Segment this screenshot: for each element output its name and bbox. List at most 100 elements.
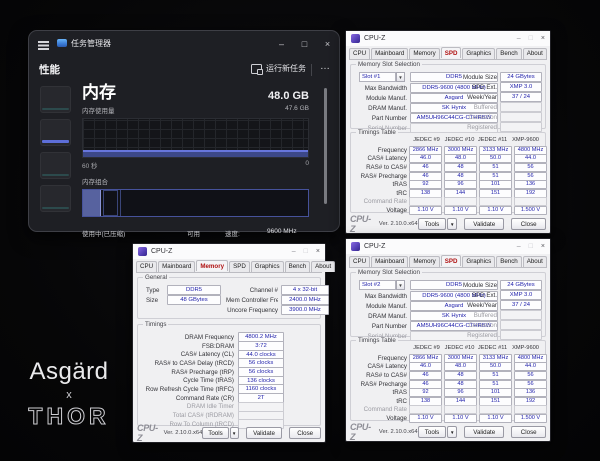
window-title: CPU-Z [364, 243, 385, 250]
tab[interactable]: SPD [229, 261, 250, 272]
minimize-icon[interactable]: – [292, 244, 296, 259]
cpuz-titlebar[interactable]: CPU-Z – □ × [133, 244, 325, 259]
tools-button[interactable]: Tools [418, 218, 447, 230]
tab[interactable]: SPD [441, 47, 462, 58]
tab[interactable]: Graphics [251, 261, 284, 272]
general-field-row: Size 48 GBytes [146, 295, 221, 305]
general-group: General Type DDR5 Size 48 GBytes Channel… [137, 277, 321, 319]
tab[interactable]: CPU [349, 48, 370, 59]
close-icon[interactable]: × [541, 239, 545, 254]
scrollbar-thumb[interactable] [324, 88, 327, 204]
tab[interactable]: About [523, 256, 547, 267]
field-value: XMP 3.0 [500, 290, 542, 300]
tab[interactable]: Memory [196, 260, 228, 271]
mini-graph-line [42, 207, 69, 209]
timing-label: tRAS [355, 389, 407, 396]
timing-label: Row Refresh Cycle Time (tRFC) [144, 386, 234, 393]
validate-button[interactable]: Validate [246, 427, 283, 439]
timing-label: Frequency [355, 147, 407, 154]
tools-button[interactable]: Tools [202, 427, 228, 439]
close-button[interactable]: Close [511, 426, 546, 438]
slot-select-dropdown[interactable]: Slot #2 ▼ [359, 280, 405, 290]
performance-thumbnail[interactable] [40, 152, 71, 179]
minimize-icon[interactable]: – [270, 31, 293, 57]
run-new-task-button[interactable]: 运行新任务 [251, 63, 306, 74]
task-manager-titlebar[interactable]: 任务管理器 – □ × [29, 31, 339, 57]
performance-thumbnail[interactable] [40, 119, 71, 146]
tab[interactable]: Mainboard [371, 256, 408, 267]
close-icon[interactable]: × [316, 244, 320, 259]
field-label: Week/Year [463, 302, 497, 309]
timings-column-header: JEDEC #11 [477, 137, 508, 143]
close-button[interactable]: Close [289, 427, 321, 439]
cpuz-footer: CPU-Z Ver. 2.10.0.x64 Tools ▼ Validate C… [137, 426, 321, 439]
validate-button[interactable]: Validate [464, 426, 504, 438]
timing-label: Command Rate [355, 406, 407, 413]
field-value: 24 GBytes [500, 72, 542, 82]
field-value [500, 320, 542, 330]
slot-select-dropdown[interactable]: Slot #1 ▼ [359, 72, 405, 82]
tools-dropdown-icon[interactable]: ▼ [447, 218, 457, 230]
tab[interactable]: About [311, 261, 335, 272]
tools-dropdown-icon[interactable]: ▼ [230, 427, 239, 439]
field-value: 24 GBytes [500, 280, 542, 290]
memory-composition-bar[interactable] [82, 189, 309, 217]
maximize-icon: □ [529, 239, 533, 254]
tab[interactable]: About [523, 48, 547, 59]
close-button[interactable]: Close [511, 218, 546, 230]
cpuz-titlebar[interactable]: CPU-Z – □ × [346, 239, 550, 254]
tab[interactable]: Graphics [462, 48, 495, 59]
tab[interactable]: CPU [136, 261, 157, 272]
timing-label: Command Rate [355, 198, 407, 205]
more-options-icon[interactable]: … [320, 61, 331, 72]
tab[interactable]: SPD [441, 255, 462, 266]
tab-bar: CPUMainboardMemorySPDGraphicsBenchAbout [136, 261, 322, 273]
tab[interactable]: Mainboard [158, 261, 195, 272]
group-label: Timings [143, 321, 168, 329]
spd-field-row: Buffered [463, 310, 542, 320]
timing-label: Command Rate (CR) [144, 395, 234, 402]
performance-nav-label[interactable]: 性能 [39, 62, 60, 77]
timing-label: DRAM Frequency [144, 334, 234, 341]
tab[interactable]: Bench [496, 48, 522, 59]
tab[interactable]: Graphics [462, 256, 495, 267]
cpuz-titlebar[interactable]: CPU-Z – □ × [346, 31, 550, 46]
minimize-icon[interactable]: – [517, 31, 521, 46]
timings-row: tRAS 92 96 101 136 [355, 388, 547, 397]
tab[interactable]: Bench [496, 256, 522, 267]
memory-panel: 内存 48.0 GB 内存使用量 47.6 GB 60 秒 0 内存组合 使用中… [82, 83, 309, 237]
cpuz-memory-window: CPU-Z – □ × CPUMainboardMemorySPDGraphic… [132, 243, 326, 443]
spd-field-row: Module Size 24 GBytes [463, 72, 542, 82]
tab[interactable]: Bench [285, 261, 311, 272]
timings-column-header: XMP-9600 [510, 345, 541, 351]
timing-value: 1.10 V [409, 414, 442, 423]
maximize-icon[interactable]: □ [293, 31, 316, 57]
timings-column-header: JEDEC #10 [444, 345, 475, 351]
field-label: Part Number [359, 115, 407, 122]
timing-label: RAS# to CAS# [355, 164, 407, 171]
performance-thumbnail[interactable] [40, 86, 71, 113]
tab[interactable]: Mainboard [371, 48, 408, 59]
close-icon[interactable]: × [541, 31, 545, 46]
performance-thumbnail[interactable] [40, 185, 71, 212]
timing-value: 1.10 V [479, 414, 512, 423]
tab[interactable]: Memory [409, 48, 439, 59]
timings-table-group: Timings Table JEDEC #9JEDEC #10JEDEC #11… [350, 340, 546, 421]
tab[interactable]: Memory [409, 256, 439, 267]
timings-row: RAS# to CAS# 46 48 51 56 [355, 371, 547, 380]
tools-button[interactable]: Tools [418, 426, 447, 438]
spd-field-row: Week/Year 37 / 24 [463, 92, 542, 102]
memory-slot-selection-group: Memory Slot Selection Slot #2 ▼ DDR5 Max… [350, 272, 546, 337]
tab[interactable]: CPU [349, 256, 370, 267]
timing-label: RAS# to CAS# [355, 372, 407, 379]
field-label: Buffered [463, 104, 497, 111]
hamburger-menu-icon[interactable] [38, 41, 49, 43]
tools-dropdown-icon[interactable]: ▼ [447, 426, 457, 438]
group-label: General [143, 274, 169, 282]
minimize-icon[interactable]: – [517, 239, 521, 254]
field-label: Size [146, 297, 164, 304]
run-new-task-icon [251, 64, 262, 74]
validate-button[interactable]: Validate [464, 218, 504, 230]
timing-label: Frequency [355, 355, 407, 362]
close-icon[interactable]: × [316, 31, 339, 57]
